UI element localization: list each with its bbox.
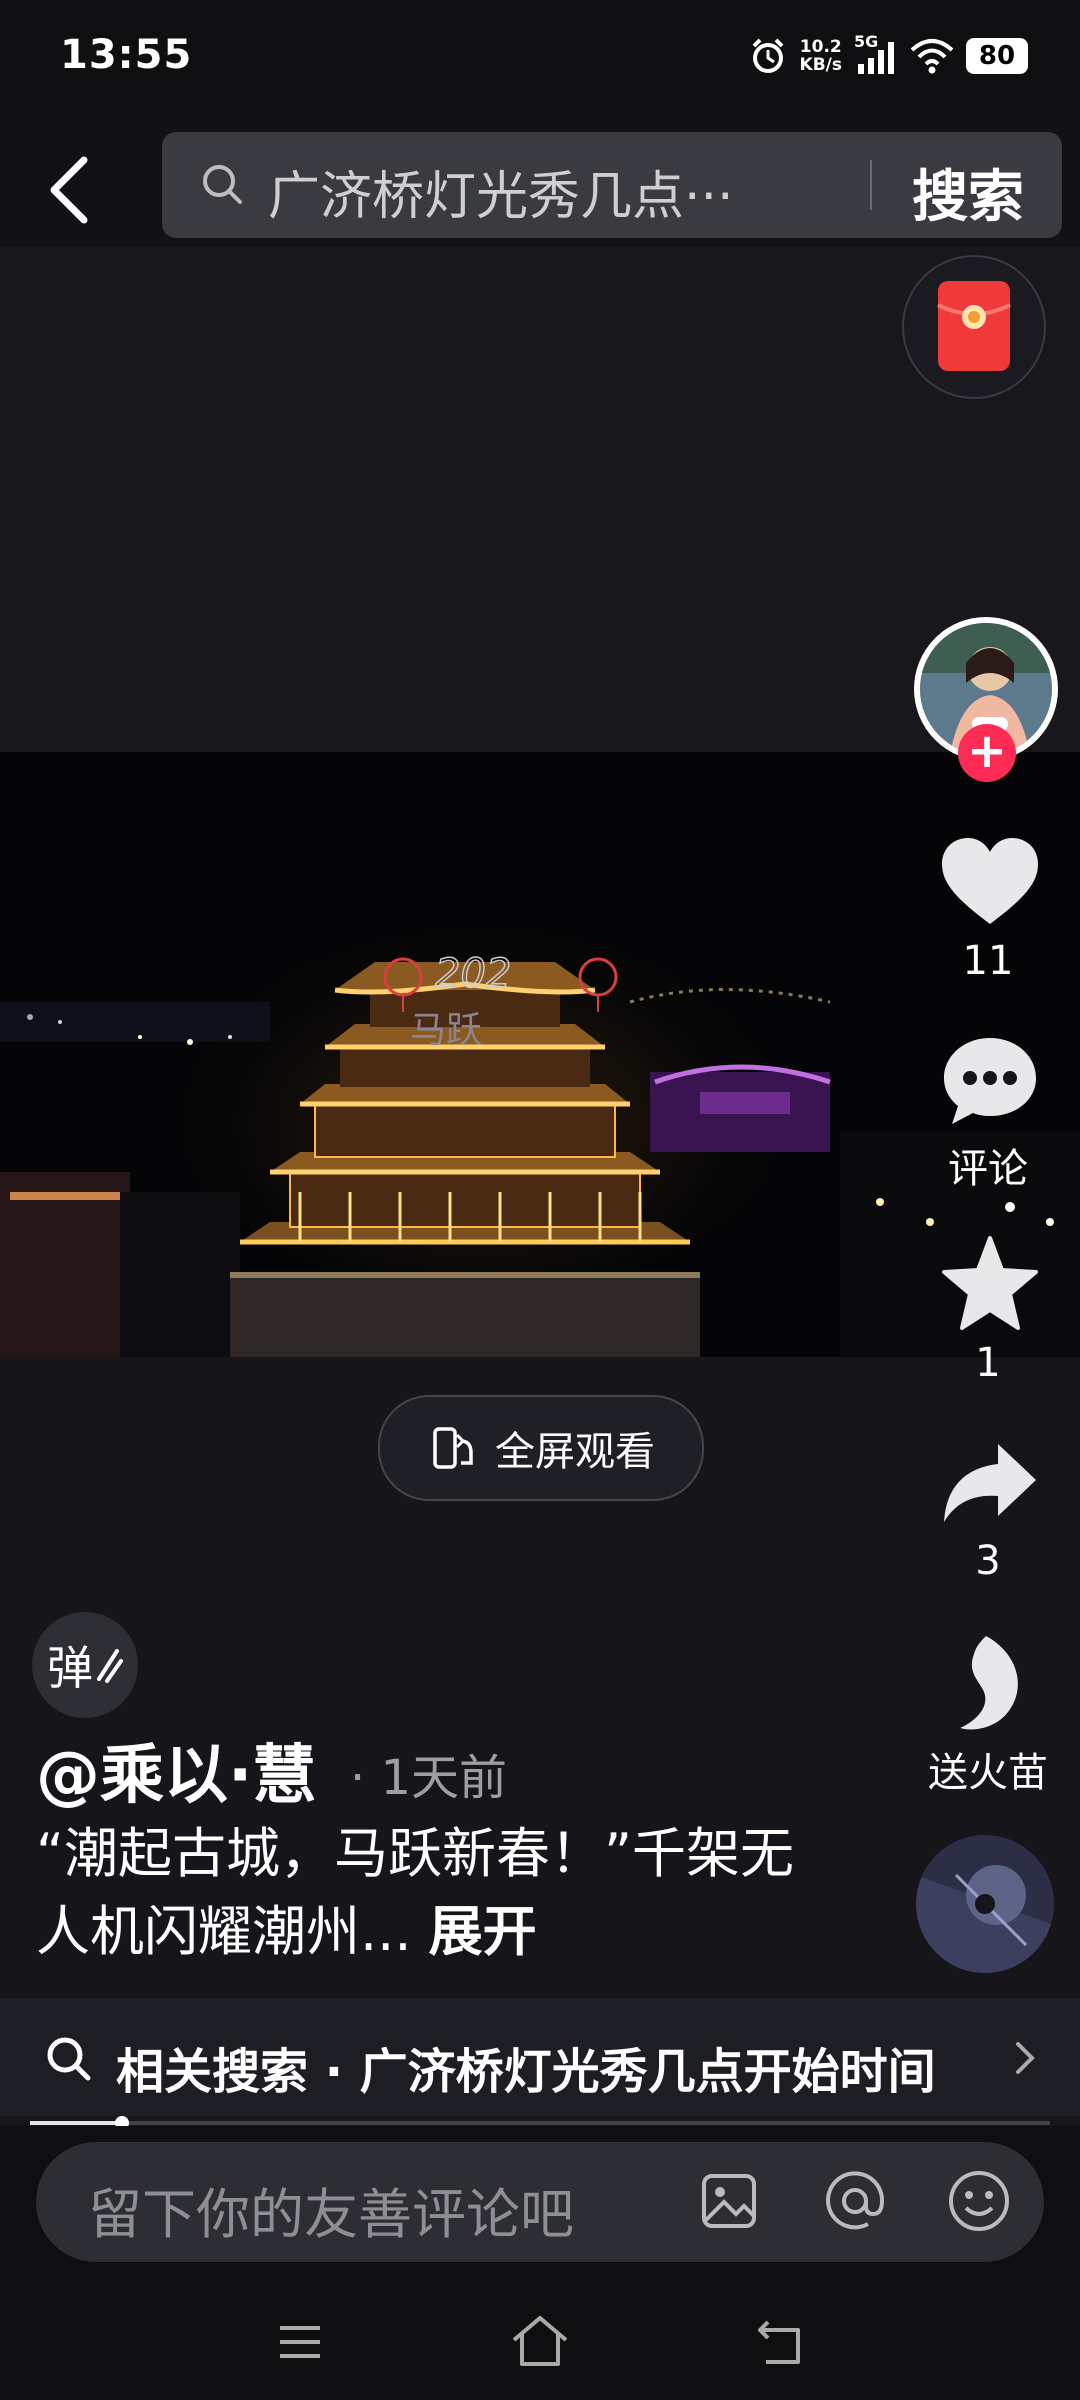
- share-arrow-icon[interactable]: [938, 1432, 1042, 1536]
- comment-label: 评论: [948, 1146, 1028, 1192]
- search-divider: [870, 160, 872, 210]
- related-search-bar[interactable]: 相关搜索 · 广济桥灯光秀几点开始时间: [0, 1998, 1080, 2116]
- share-count: 3: [975, 1538, 1001, 1584]
- drone-year-text: 202: [435, 951, 511, 997]
- menu-icon[interactable]: [270, 2312, 330, 2372]
- pavilion-night-scene: 202 马跃: [0, 752, 1080, 1357]
- fullscreen-button[interactable]: 全屏观看: [378, 1395, 704, 1501]
- status-icons: 10.2 KB/s 5G 80: [748, 32, 1028, 78]
- post-time: · 1天前: [350, 1750, 508, 1806]
- back-arrow-icon[interactable]: [40, 150, 100, 230]
- network-type: 5G: [854, 32, 879, 51]
- author-name[interactable]: @乘以·慧: [36, 1724, 316, 1816]
- home-icon[interactable]: [508, 2310, 572, 2374]
- video-player[interactable]: 202 马跃: [0, 752, 1080, 1357]
- video-progress-track[interactable]: [30, 2121, 1050, 2125]
- post-description[interactable]: “潮起古城，马跃新春！”千架无人机闪耀潮州... 展开: [36, 1815, 796, 1971]
- system-nav-bar: [0, 2290, 1080, 2400]
- related-search-text: 相关搜索 · 广济桥灯光秀几点开始时间: [116, 2044, 936, 2100]
- emoji-icon[interactable]: [946, 2168, 1012, 2234]
- description-text: “潮起古城，马跃新春！”千架无人机闪耀潮州...: [36, 1822, 794, 1963]
- favorite-count: 1: [975, 1340, 1001, 1386]
- music-disc[interactable]: [916, 1835, 1054, 1973]
- drone-horse-text: 马跃: [410, 1010, 482, 1051]
- comment-placeholder: 留下你的友善评论吧: [88, 2183, 574, 2246]
- search-query[interactable]: 广济桥灯光秀几点···: [268, 154, 734, 229]
- search-button[interactable]: 搜索: [912, 152, 1024, 233]
- search-bar[interactable]: 广济桥灯光秀几点··· 搜索: [162, 132, 1062, 238]
- comment-input[interactable]: 留下你的友善评论吧: [36, 2142, 1044, 2262]
- red-packet-button[interactable]: [902, 255, 1046, 399]
- status-time: 13:55: [60, 32, 193, 78]
- comment-icon[interactable]: [938, 1030, 1042, 1134]
- follow-plus-icon[interactable]: +: [958, 724, 1016, 782]
- like-heart-icon[interactable]: [938, 832, 1042, 936]
- flame-gift-icon[interactable]: [938, 1632, 1042, 1736]
- chevron-right-icon: [1016, 2042, 1035, 2074]
- favorite-star-icon[interactable]: [938, 1232, 1042, 1336]
- battery-icon: 80: [966, 38, 1028, 74]
- rotate-phone-icon: [433, 1427, 473, 1469]
- at-mention-icon[interactable]: [822, 2168, 888, 2234]
- danmu-label: 弹: [47, 1641, 93, 1695]
- video-progress-fill: [30, 2121, 122, 2125]
- gift-label: 送火苗: [928, 1750, 1048, 1796]
- net-speed-value: 10.2: [799, 37, 842, 57]
- net-speed: 10.2 KB/s: [800, 38, 842, 74]
- danmu-toggle-button[interactable]: 弹: [32, 1612, 138, 1718]
- back-nav-icon[interactable]: [750, 2312, 810, 2372]
- alarm-icon: [752, 38, 783, 73]
- search-icon: [47, 2037, 91, 2081]
- net-speed-unit: KB/s: [799, 55, 842, 75]
- danmu-slash-icon: [97, 1649, 123, 1683]
- signal-icon: 5G: [854, 32, 898, 76]
- search-icon: [203, 165, 242, 204]
- like-count: 11: [962, 938, 1014, 984]
- fullscreen-label: 全屏观看: [495, 1429, 655, 1475]
- wifi-icon: [910, 39, 954, 74]
- image-icon[interactable]: [698, 2170, 760, 2232]
- music-cover-image: [916, 1835, 1054, 1973]
- red-packet-icon: [937, 281, 1011, 371]
- expand-link[interactable]: 展开: [429, 1900, 537, 1963]
